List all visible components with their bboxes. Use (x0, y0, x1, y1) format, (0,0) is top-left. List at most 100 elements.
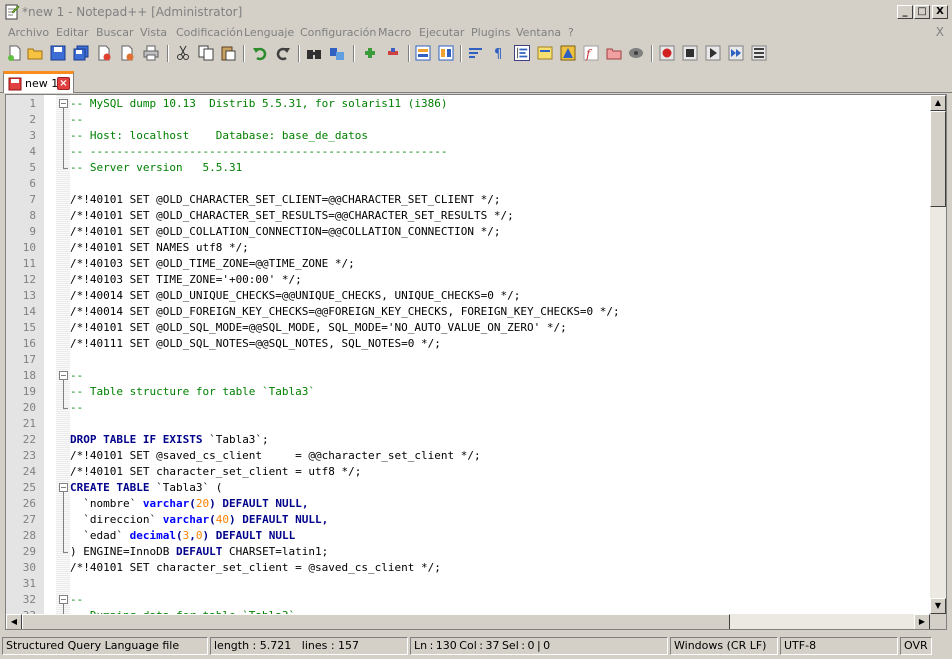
replace-icon[interactable] (329, 45, 345, 61)
menu-vista[interactable]: Vista (140, 26, 167, 39)
run-macro-multiple-icon[interactable] (728, 45, 744, 61)
horizontal-scrollbar[interactable]: ◀ ▶ (6, 614, 930, 629)
fold-toggle[interactable] (59, 371, 68, 380)
vertical-scroll-thumb[interactable] (930, 111, 946, 207)
menu-buscar[interactable]: Buscar (96, 26, 134, 39)
code-line[interactable]: /*!40103 SET TIME_ZONE='+00:00' */; (70, 272, 930, 288)
menu-ejecutar[interactable]: Ejecutar (419, 26, 464, 39)
scroll-up-button[interactable]: ▲ (930, 95, 946, 111)
code-line[interactable] (70, 416, 930, 432)
sync-vertical-icon[interactable] (415, 45, 431, 61)
undo-icon[interactable] (252, 45, 268, 61)
notepadpp-app-icon[interactable] (4, 4, 20, 20)
code-line[interactable]: `nombre` varchar(20) DEFAULT NULL, (70, 496, 930, 512)
menu-codificacion[interactable]: Codificación (176, 26, 243, 39)
code-line[interactable]: /*!40101 SET character_set_client = utf8… (70, 464, 930, 480)
code-line[interactable]: -- Table structure for table `Tabla3` (70, 384, 930, 400)
maximize-button[interactable]: □ (914, 5, 930, 19)
code-line[interactable]: /*!40014 SET @OLD_UNIQUE_CHECKS=@@UNIQUE… (70, 288, 930, 304)
sync-horizontal-icon[interactable] (438, 45, 454, 61)
save-macro-icon[interactable] (751, 45, 767, 61)
menu-configuracion[interactable]: Configuración (300, 26, 376, 39)
horizontal-scroll-thumb[interactable] (22, 614, 730, 629)
open-file-icon[interactable] (27, 45, 43, 61)
save-icon[interactable] (50, 45, 66, 61)
cut-icon[interactable] (175, 45, 191, 61)
menu-macro[interactable]: Macro (378, 26, 411, 39)
code-line[interactable]: /*!40101 SET character_set_client = @sav… (70, 560, 930, 576)
status-mode[interactable]: OVR (900, 637, 932, 655)
save-all-icon[interactable] (73, 45, 89, 61)
code-line[interactable] (70, 352, 930, 368)
redo-icon[interactable] (275, 45, 291, 61)
code-line[interactable]: /*!40101 SET @OLD_CHARACTER_SET_CLIENT=@… (70, 192, 930, 208)
code-line[interactable]: -- (70, 368, 930, 384)
scroll-down-button[interactable]: ▼ (930, 598, 946, 614)
status-encoding[interactable]: UTF-8 (780, 637, 898, 655)
scroll-left-button[interactable]: ◀ (6, 614, 22, 629)
close-button[interactable]: X (932, 5, 948, 19)
code-line[interactable]: /*!40101 SET @OLD_SQL_MODE=@@SQL_MODE, S… (70, 320, 930, 336)
code-line[interactable]: -- (70, 112, 930, 128)
find-icon[interactable] (306, 45, 322, 61)
new-file-icon[interactable] (7, 45, 23, 61)
status-eol[interactable]: Windows (CR LF) (670, 637, 778, 655)
code-line[interactable]: /*!40014 SET @OLD_FOREIGN_KEY_CHECKS=@@F… (70, 304, 930, 320)
folder-icon[interactable] (606, 45, 622, 61)
code-area[interactable]: -- MySQL dump 10.13 Distrib 5.5.31, for … (70, 95, 930, 624)
code-line[interactable]: /*!40103 SET @OLD_TIME_ZONE=@@TIME_ZONE … (70, 256, 930, 272)
code-line[interactable] (70, 576, 930, 592)
menu-lenguaje[interactable]: Lenguaje (244, 26, 294, 39)
code-line[interactable]: /*!40111 SET @OLD_SQL_NOTES=@@SQL_NOTES,… (70, 336, 930, 352)
menu-archivo[interactable]: Archivo (8, 26, 49, 39)
code-line[interactable]: `edad` decimal(3,0) DEFAULT NULL (70, 528, 930, 544)
close-icon[interactable] (96, 45, 112, 61)
show-all-chars-icon[interactable]: ¶ (491, 45, 507, 61)
monitor-icon[interactable] (628, 45, 644, 61)
code-line[interactable]: ) ENGINE=InnoDB DEFAULT CHARSET=latin1; (70, 544, 930, 560)
fold-toggle[interactable] (59, 99, 68, 108)
fold-toggle[interactable] (59, 483, 68, 492)
editor[interactable]: 1 2 3 4 5 6 7 8 9 10 11 12 13 14 15 16 17 18 19 20 21 22 23 24 2… (5, 94, 947, 630)
paste-icon[interactable] (220, 45, 236, 61)
print-icon[interactable] (143, 45, 159, 61)
user-language-icon[interactable] (537, 45, 553, 61)
close-all-icon[interactable] (119, 45, 135, 61)
code-line[interactable] (70, 176, 930, 192)
code-line[interactable]: /*!40101 SET @saved_cs_client = @@charac… (70, 448, 930, 464)
code-line[interactable]: /*!40101 SET @OLD_CHARACTER_SET_RESULTS=… (70, 208, 930, 224)
menu-ventana[interactable]: Ventana (516, 26, 561, 39)
zoom-out-icon[interactable] (385, 45, 401, 61)
fold-toggle[interactable] (59, 595, 68, 604)
copy-icon[interactable] (198, 45, 214, 61)
code-line[interactable]: CREATE TABLE `Tabla3` ( (70, 480, 930, 496)
code-line[interactable]: -- Host: localhost Database: base_de_dat… (70, 128, 930, 144)
indent-guide-icon[interactable] (514, 45, 530, 61)
tab-close-icon[interactable]: × (57, 77, 70, 90)
code-line[interactable]: -- -------------------------------------… (70, 144, 930, 160)
play-macro-icon[interactable] (705, 45, 721, 61)
word-wrap-icon[interactable] (468, 45, 484, 61)
record-macro-icon[interactable] (659, 45, 675, 61)
doc-map-icon[interactable] (560, 45, 576, 61)
code-line[interactable]: /*!40101 SET @OLD_COLLATION_CONNECTION=@… (70, 224, 930, 240)
scrollbar-corner (930, 614, 946, 629)
menu-help[interactable]: ? (568, 26, 574, 39)
code-line[interactable]: DROP TABLE IF EXISTS `Tabla3`; (70, 432, 930, 448)
menu-plugins[interactable]: Plugins (471, 26, 510, 39)
code-line[interactable]: -- MySQL dump 10.13 Distrib 5.5.31, for … (70, 96, 930, 112)
scroll-right-button[interactable]: ▶ (914, 614, 930, 629)
stop-macro-icon[interactable] (682, 45, 698, 61)
code-line[interactable]: -- (70, 400, 930, 416)
code-line[interactable]: `direccion` varchar(40) DEFAULT NULL, (70, 512, 930, 528)
close-document-button[interactable]: X (936, 25, 944, 39)
vertical-scrollbar[interactable]: ▲ ▼ (930, 95, 946, 614)
menu-editar[interactable]: Editar (56, 26, 89, 39)
minimize-button[interactable]: _ (897, 5, 913, 19)
tab-new-1[interactable]: new 1 × (3, 71, 74, 93)
zoom-in-icon[interactable] (362, 45, 378, 61)
function-list-icon[interactable]: f (583, 45, 599, 61)
code-line[interactable]: -- Server version 5.5.31 (70, 160, 930, 176)
code-line[interactable]: -- (70, 592, 930, 608)
code-line[interactable]: /*!40101 SET NAMES utf8 */; (70, 240, 930, 256)
